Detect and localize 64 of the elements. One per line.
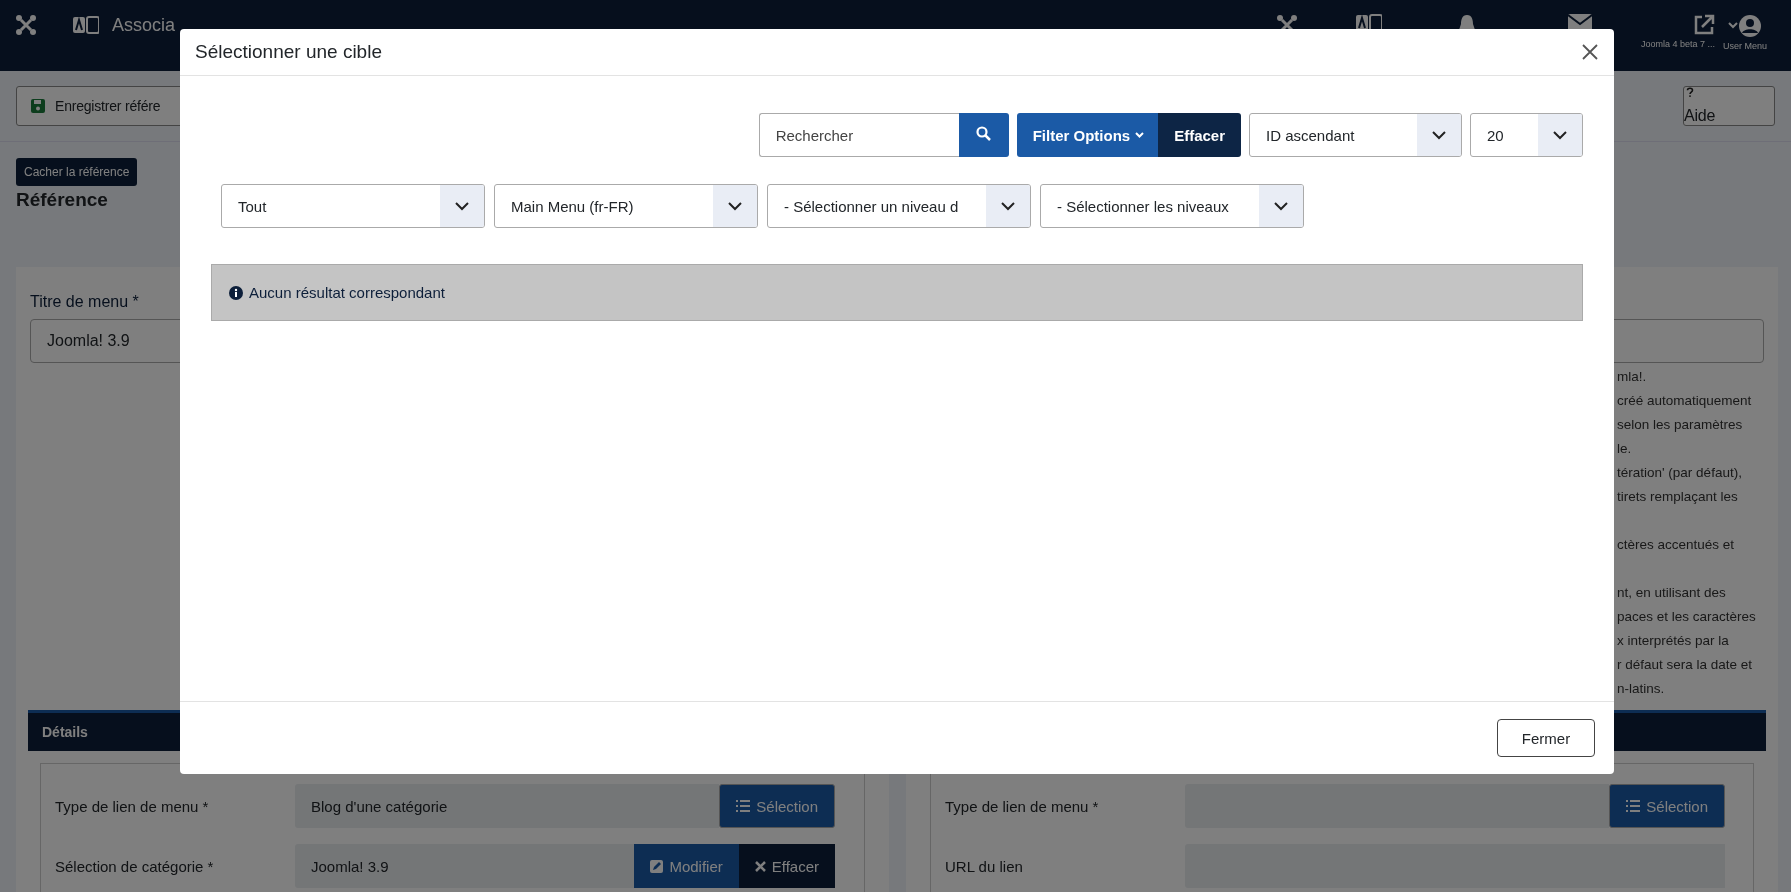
edit-button[interactable]: Modifier (634, 844, 739, 888)
help-button[interactable]: Aide (1683, 86, 1775, 126)
ordering-select[interactable]: ID ascendant (1249, 113, 1462, 157)
help-text: paces et les caractères (1617, 608, 1756, 626)
help-text: n-latins. (1617, 680, 1665, 698)
info-icon (229, 285, 243, 300)
alert-message: Aucun résultat correspondant (249, 284, 445, 301)
help-text: ctères accentués et (1617, 536, 1735, 554)
filter-select[interactable]: Main Menu (fr-FR) (494, 184, 758, 228)
field-label: Titre de menu * (30, 293, 139, 311)
chevron-down-icon (1135, 132, 1145, 138)
chevron-down-icon (455, 201, 469, 211)
list-icon (736, 800, 751, 812)
search-icon (976, 126, 992, 141)
field-label: Type de lien de menu * (55, 797, 210, 815)
help-text: selon les paramètres (1617, 416, 1743, 434)
search-field[interactable]: Rechercher (758, 113, 959, 157)
help-text: r défaut sera la date et (1617, 656, 1753, 674)
filter-select[interactable]: Tout (221, 184, 485, 228)
input-field[interactable]: Blog d'une catégorie (295, 784, 720, 828)
help-text: tération' (par défaut), (1617, 464, 1742, 482)
page-title: Associa (112, 14, 176, 36)
hide-reference-button[interactable]: Cacher la référence (16, 158, 138, 186)
help-text: créé automatiquement (1617, 392, 1752, 410)
close-icon[interactable] (1582, 44, 1598, 60)
help-text: nt, en utilisant des (1617, 584, 1726, 602)
input-field[interactable] (1185, 784, 1610, 828)
filter-select[interactable]: - Sélectionner les niveaux (1040, 184, 1304, 228)
chevron-down-icon (1001, 201, 1015, 211)
filter-options-button[interactable]: Filter Options (1016, 113, 1159, 157)
edit-icon (650, 859, 664, 873)
close-icon (754, 860, 766, 872)
filter-select[interactable]: - Sélectionner un niveau d (767, 184, 1031, 228)
select-button[interactable]: Sélection (1609, 784, 1725, 828)
menu-label[interactable]: User Menu (1723, 41, 1767, 51)
help-text: mla!. (1617, 368, 1647, 386)
help-text: tirets remplaçant les (1617, 488, 1738, 506)
chevron-down-icon (728, 201, 742, 211)
external-link-icon[interactable] (1693, 14, 1715, 36)
panel-title: Détails (42, 724, 88, 740)
list-icon (1626, 800, 1641, 812)
clear-button[interactable]: Effacer (738, 844, 835, 888)
search-button[interactable] (958, 113, 1009, 157)
close-button[interactable]: Fermer (1497, 719, 1595, 757)
clear-button[interactable]: Effacer (1158, 113, 1241, 157)
field-value: Blog d'une catégorie (311, 797, 448, 815)
menu-label[interactable]: Joomla 4 beta 7 ... (1640, 39, 1715, 49)
chevron-down-icon (1553, 130, 1567, 140)
modal-title: Sélectionner une cible (195, 41, 382, 63)
field-label: Type de lien de menu * (945, 797, 1100, 815)
chevron-down-icon (1274, 201, 1288, 211)
field-label: Sélection de catégorie * (55, 857, 215, 875)
user-icon[interactable] (1728, 14, 1762, 38)
help-text: le. (1617, 440, 1632, 458)
field-value: Joomla! 3.9 (311, 857, 389, 875)
chevron-down-icon (1432, 130, 1446, 140)
help-text: x interprétés par la (1617, 632, 1729, 650)
input-field[interactable]: Joomla! 3.9 (295, 844, 635, 888)
section-heading: Référence (16, 188, 108, 212)
select-button[interactable]: Sélection (719, 784, 835, 828)
field-label: URL du lien (945, 857, 1024, 875)
limit-select[interactable]: 20 (1470, 113, 1583, 157)
question-icon (1684, 87, 1696, 97)
save-icon (31, 99, 45, 113)
